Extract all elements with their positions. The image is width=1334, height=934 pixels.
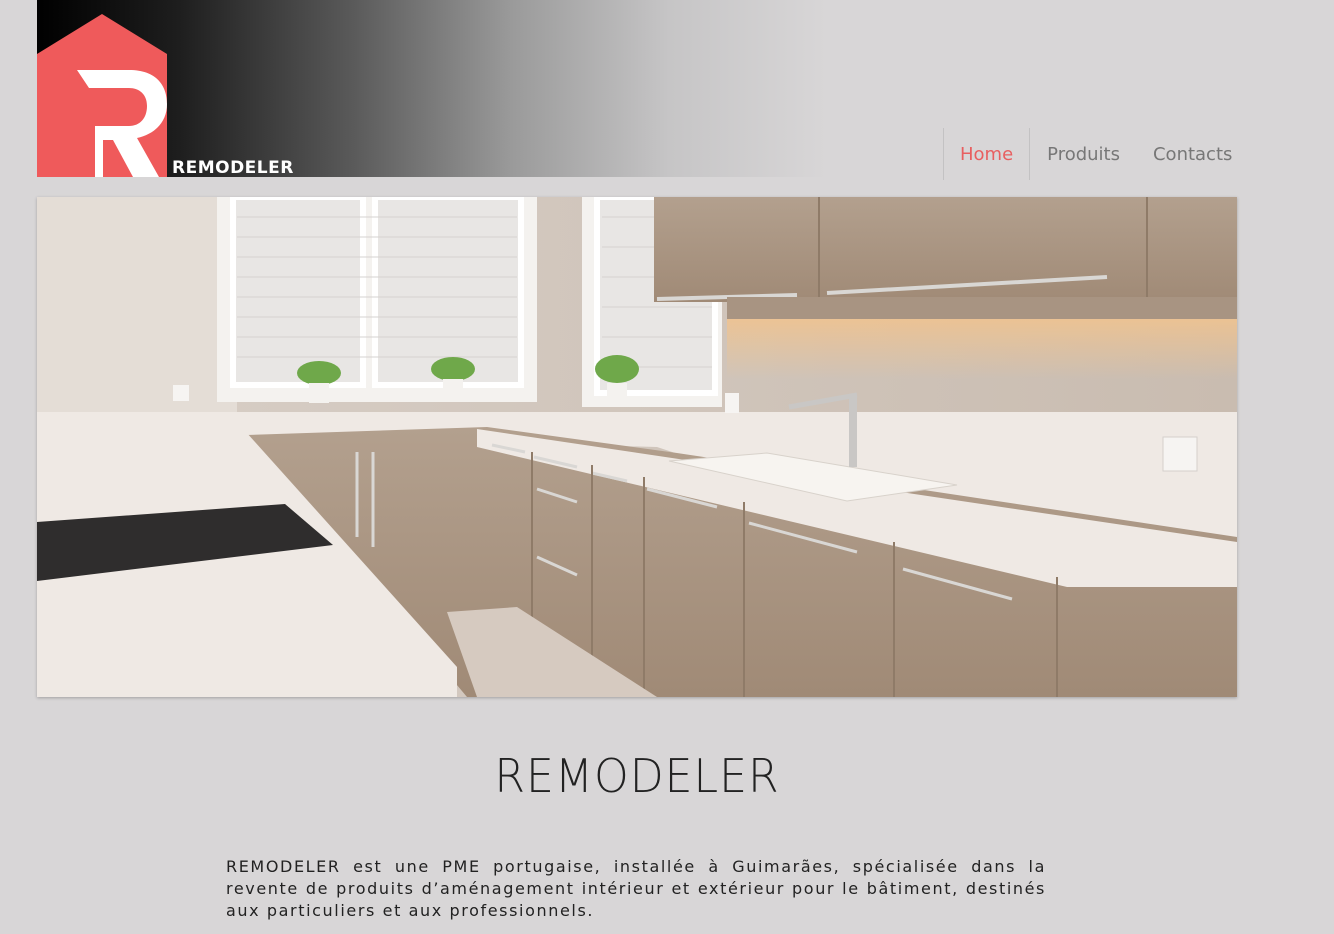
page-title: REMODELER xyxy=(494,749,780,803)
nav-home-link[interactable]: Home xyxy=(943,128,1031,180)
nav-contacts-link[interactable]: Contacts xyxy=(1136,128,1248,180)
main-nav: Home Produits Contacts xyxy=(943,128,1248,180)
brand-name: REMODELER xyxy=(172,158,294,178)
hero-kitchen-image xyxy=(37,197,1237,697)
intro-paragraph: REMODELER est une PME portugaise, instal… xyxy=(226,857,1046,920)
brand-logo-icon[interactable] xyxy=(37,14,167,177)
nav-produits-link[interactable]: Produits xyxy=(1030,128,1136,180)
